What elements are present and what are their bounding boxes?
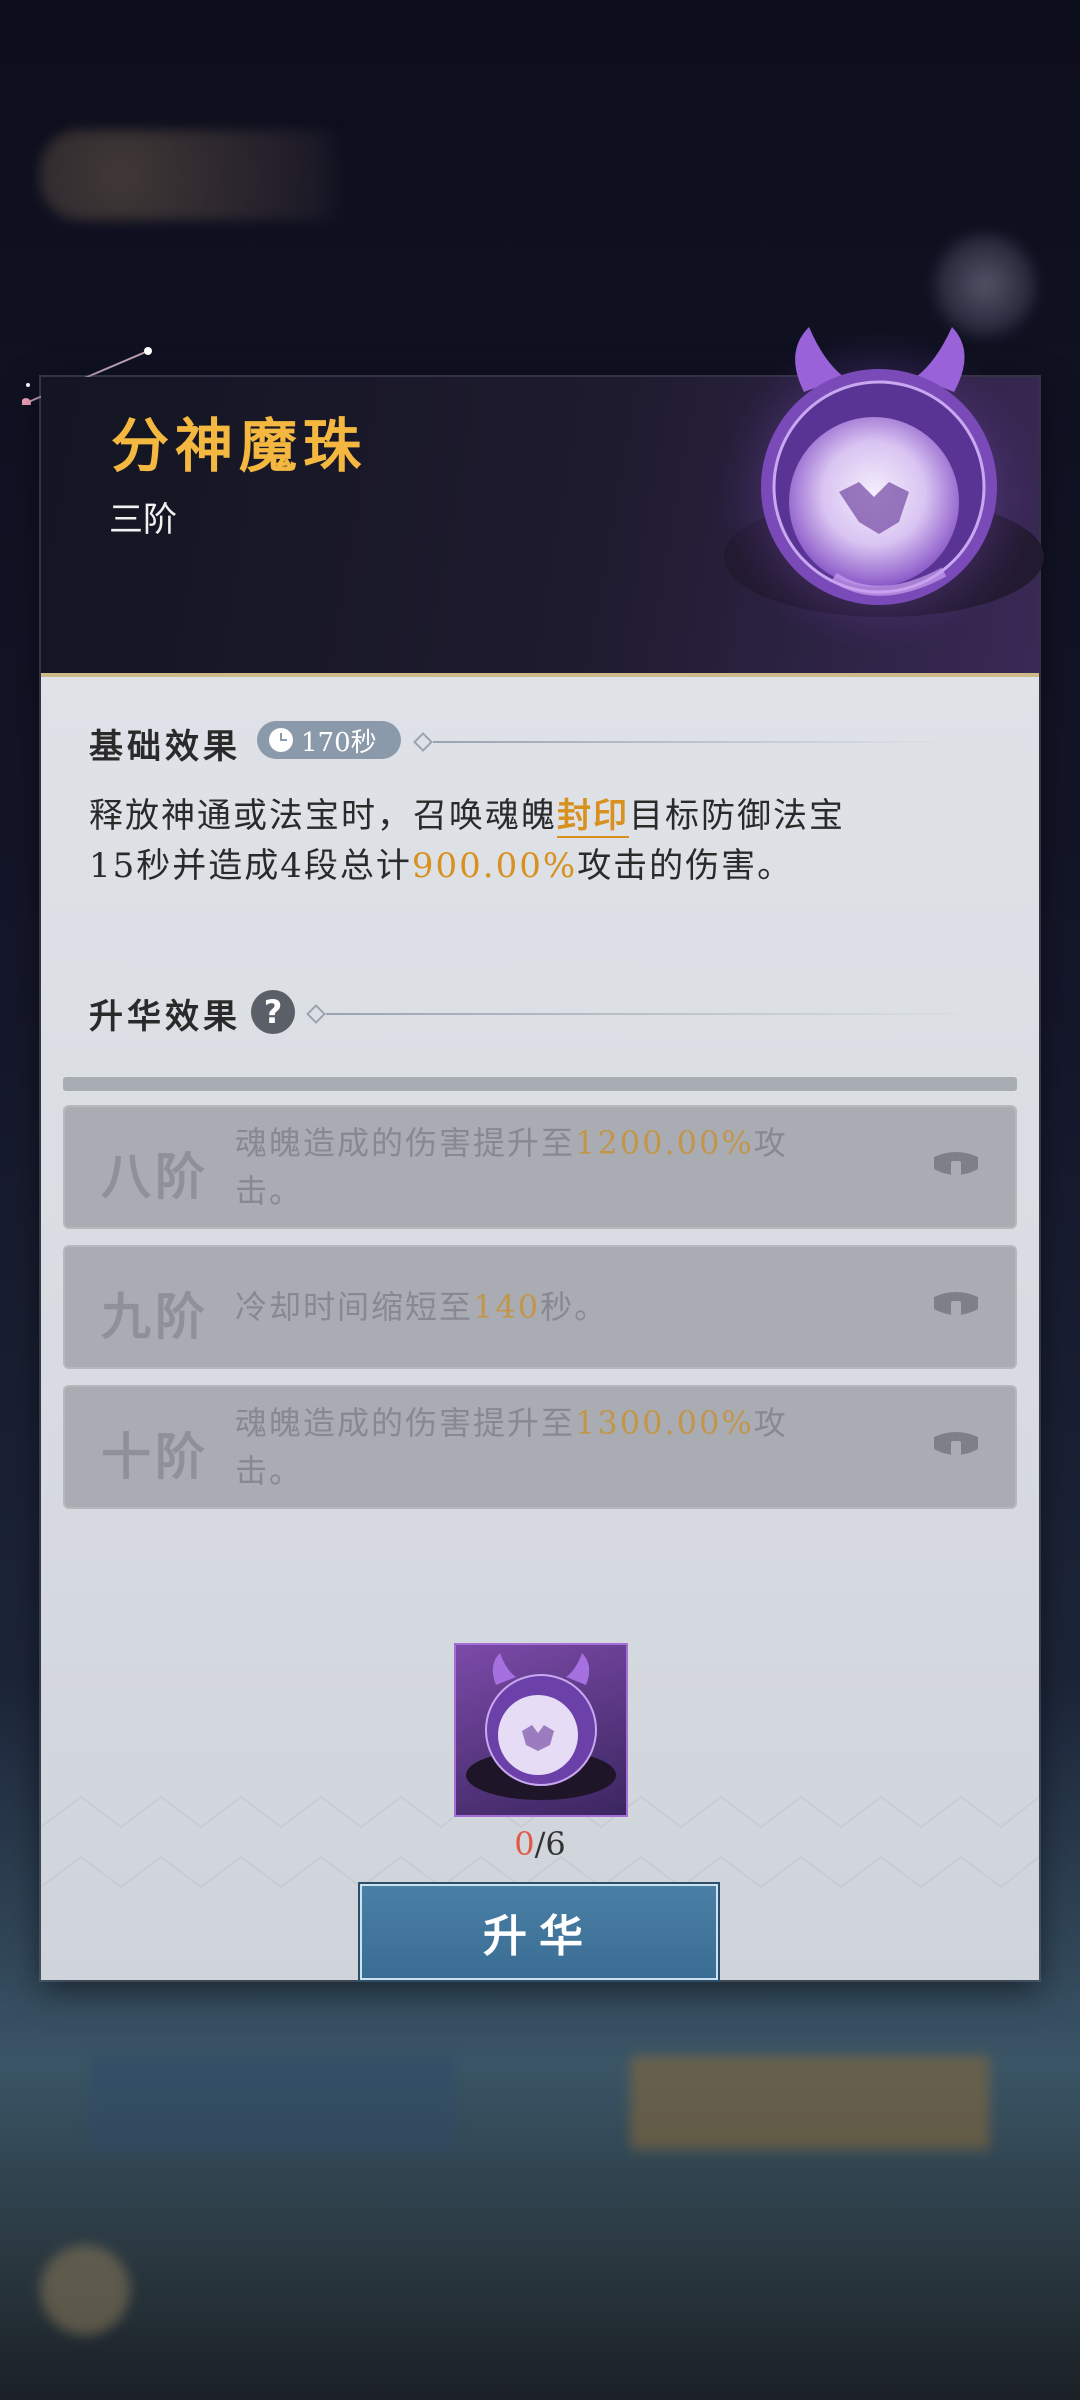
material-required: /6 [534,1825,566,1863]
base-effect-title: 基础效果 [89,727,241,767]
desc-text: 攻击的伤害。 [577,846,794,886]
material-slot[interactable] [454,1643,628,1817]
tier-row-8: 八阶 魂魄造成的伤害提升至1200.00%攻击。 [63,1105,1017,1229]
panel-header: 分神魔珠 三阶 [41,327,1044,687]
tier-label: 八阶 [101,1147,209,1206]
desc-text: 15秒并造成4段总计 [89,846,412,886]
tier-description: 魂魄造成的伤害提升至1200.00%攻击。 [235,1119,855,1215]
clock-icon [269,728,293,752]
damage-value: 900.00% [411,846,578,886]
tier-value: 140 [473,1288,541,1326]
base-effect-description: 释放神通或法宝时，召唤魂魄封印目标防御法宝 15秒并造成4段总计900.00%攻… [89,791,989,891]
upgrade-button[interactable]: 升华 [360,1884,718,1980]
desc-text: 释放神通或法宝时，召唤魂魄 [89,796,557,836]
material-owned: 0 [514,1825,535,1863]
lock-icon [934,1152,978,1175]
tier-label: 十阶 [101,1427,209,1486]
divider-ornament [306,1004,326,1024]
tier-text: 魂魄造成的伤害提升至 [235,1124,576,1162]
background-back-icon-blur [40,2245,130,2335]
desc-text: 目标防御法宝 [629,796,845,836]
item-detail-panel: 分神魔珠 三阶 基础效果 170秒 释放神通或法宝时，召唤魂魄封印目标防御法宝 … [41,327,1044,1980]
lock-icon [934,1292,978,1315]
cooldown-value: 170秒 [301,727,377,758]
tier-row-10: 十阶 魂魄造成的伤害提升至1300.00%攻击。 [63,1385,1017,1509]
help-icon[interactable]: ? [251,990,295,1034]
background-title-blur [40,130,440,220]
item-name: 分神魔珠 [111,412,368,480]
list-top-edge [63,1077,1017,1091]
divider-line [433,741,953,743]
background-button-blur [90,2055,455,2150]
tier-label: 九阶 [101,1287,209,1346]
tier-row-9: 九阶 冷却时间缩短至140秒。 [63,1245,1017,1369]
divider-line [326,1013,976,1015]
lock-icon [934,1432,978,1455]
divider-ornament [413,732,433,752]
tier-value: 1200.00% [575,1124,754,1162]
material-count: 0/6 [41,1825,1039,1863]
item-tier: 三阶 [109,500,177,540]
demon-orb-icon [719,327,1044,652]
tier-description: 冷却时间缩短至140秒。 [235,1283,855,1331]
sublimation-effect-title: 升华效果 [89,997,241,1037]
cooldown-badge: 170秒 [257,721,401,759]
tier-text: 秒。 [540,1288,609,1326]
seal-keyword-link[interactable]: 封印 [557,796,629,838]
background-button-blur [630,2055,990,2150]
tier-text: 魂魄造成的伤害提升至 [235,1404,576,1442]
tier-text: 冷却时间缩短至 [235,1288,474,1326]
demon-orb-material-icon [466,1653,616,1800]
tier-value: 1300.00% [575,1404,754,1442]
tier-description: 魂魄造成的伤害提升至1300.00%攻击。 [235,1399,855,1495]
